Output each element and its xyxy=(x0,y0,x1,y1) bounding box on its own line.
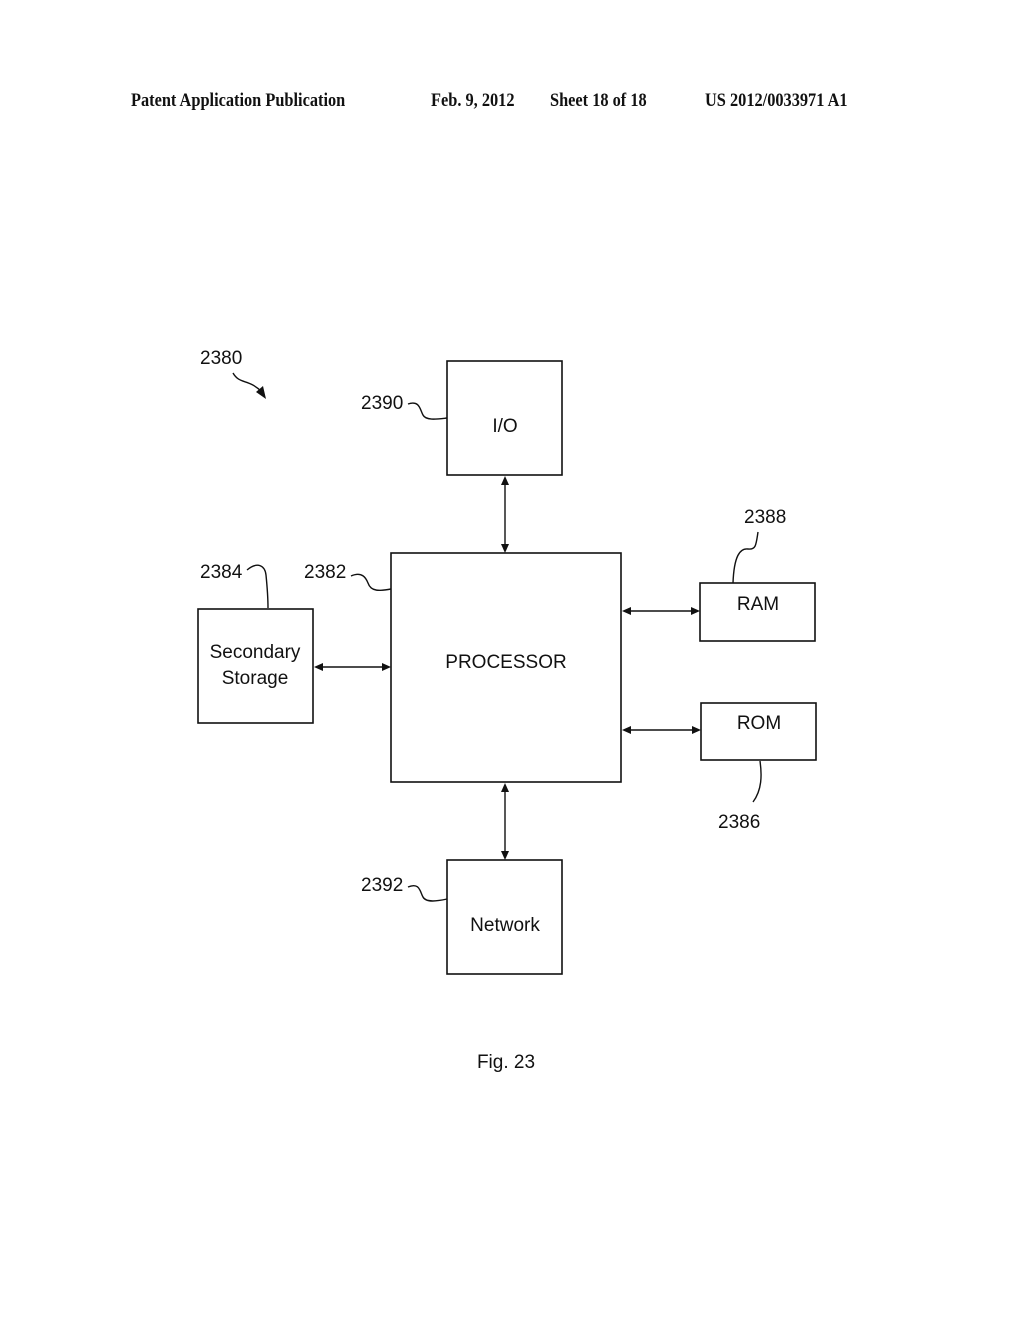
ref-2386: 2386 xyxy=(718,812,760,833)
arrowhead-icon xyxy=(314,663,323,671)
connector-processor-secondary-storage xyxy=(314,663,391,671)
arrowhead-icon xyxy=(691,607,700,615)
ram-label: RAM xyxy=(737,594,779,615)
connector-processor-rom xyxy=(622,726,701,734)
ref-2388-leader xyxy=(732,531,759,584)
ref-2392: 2392 xyxy=(361,875,403,896)
ref-2392-leader xyxy=(407,885,448,902)
ref-2380: 2380 xyxy=(200,348,242,369)
ref-2384-leader xyxy=(246,564,269,609)
secondary-storage-label-line1: Secondary xyxy=(210,642,301,663)
arrowhead-icon xyxy=(501,476,509,485)
ref-2380-leader xyxy=(232,372,263,393)
arrowhead-icon xyxy=(622,726,631,734)
secondary-storage-block xyxy=(197,608,314,724)
connector-processor-network xyxy=(501,783,509,860)
processor-label: PROCESSOR xyxy=(445,652,566,673)
arrowhead-icon xyxy=(501,851,509,860)
connector-processor-io xyxy=(501,476,509,553)
block-diagram: 2380 I/O 2390 PROCESSOR 2382 Secondary S… xyxy=(197,348,817,1073)
connector-processor-ram xyxy=(622,607,700,615)
ref-2390: 2390 xyxy=(361,393,403,414)
arrowhead-icon xyxy=(501,783,509,792)
arrowhead-icon xyxy=(622,607,631,615)
io-label: I/O xyxy=(492,416,517,437)
secondary-storage-label-line2: Storage xyxy=(222,668,289,689)
arrowhead-icon xyxy=(382,663,391,671)
figure-caption: Fig. 23 xyxy=(477,1052,535,1073)
rom-label: ROM xyxy=(737,713,781,734)
network-label: Network xyxy=(470,915,540,936)
ref-2382: 2382 xyxy=(304,562,346,583)
ref-2382-leader xyxy=(350,573,392,592)
ref-2390-leader xyxy=(407,402,448,420)
ref-2384: 2384 xyxy=(200,562,243,583)
ref-2388: 2388 xyxy=(744,507,786,528)
arrowhead-icon xyxy=(501,544,509,553)
arrowhead-icon xyxy=(692,726,701,734)
ref-2386-leader xyxy=(752,760,762,803)
